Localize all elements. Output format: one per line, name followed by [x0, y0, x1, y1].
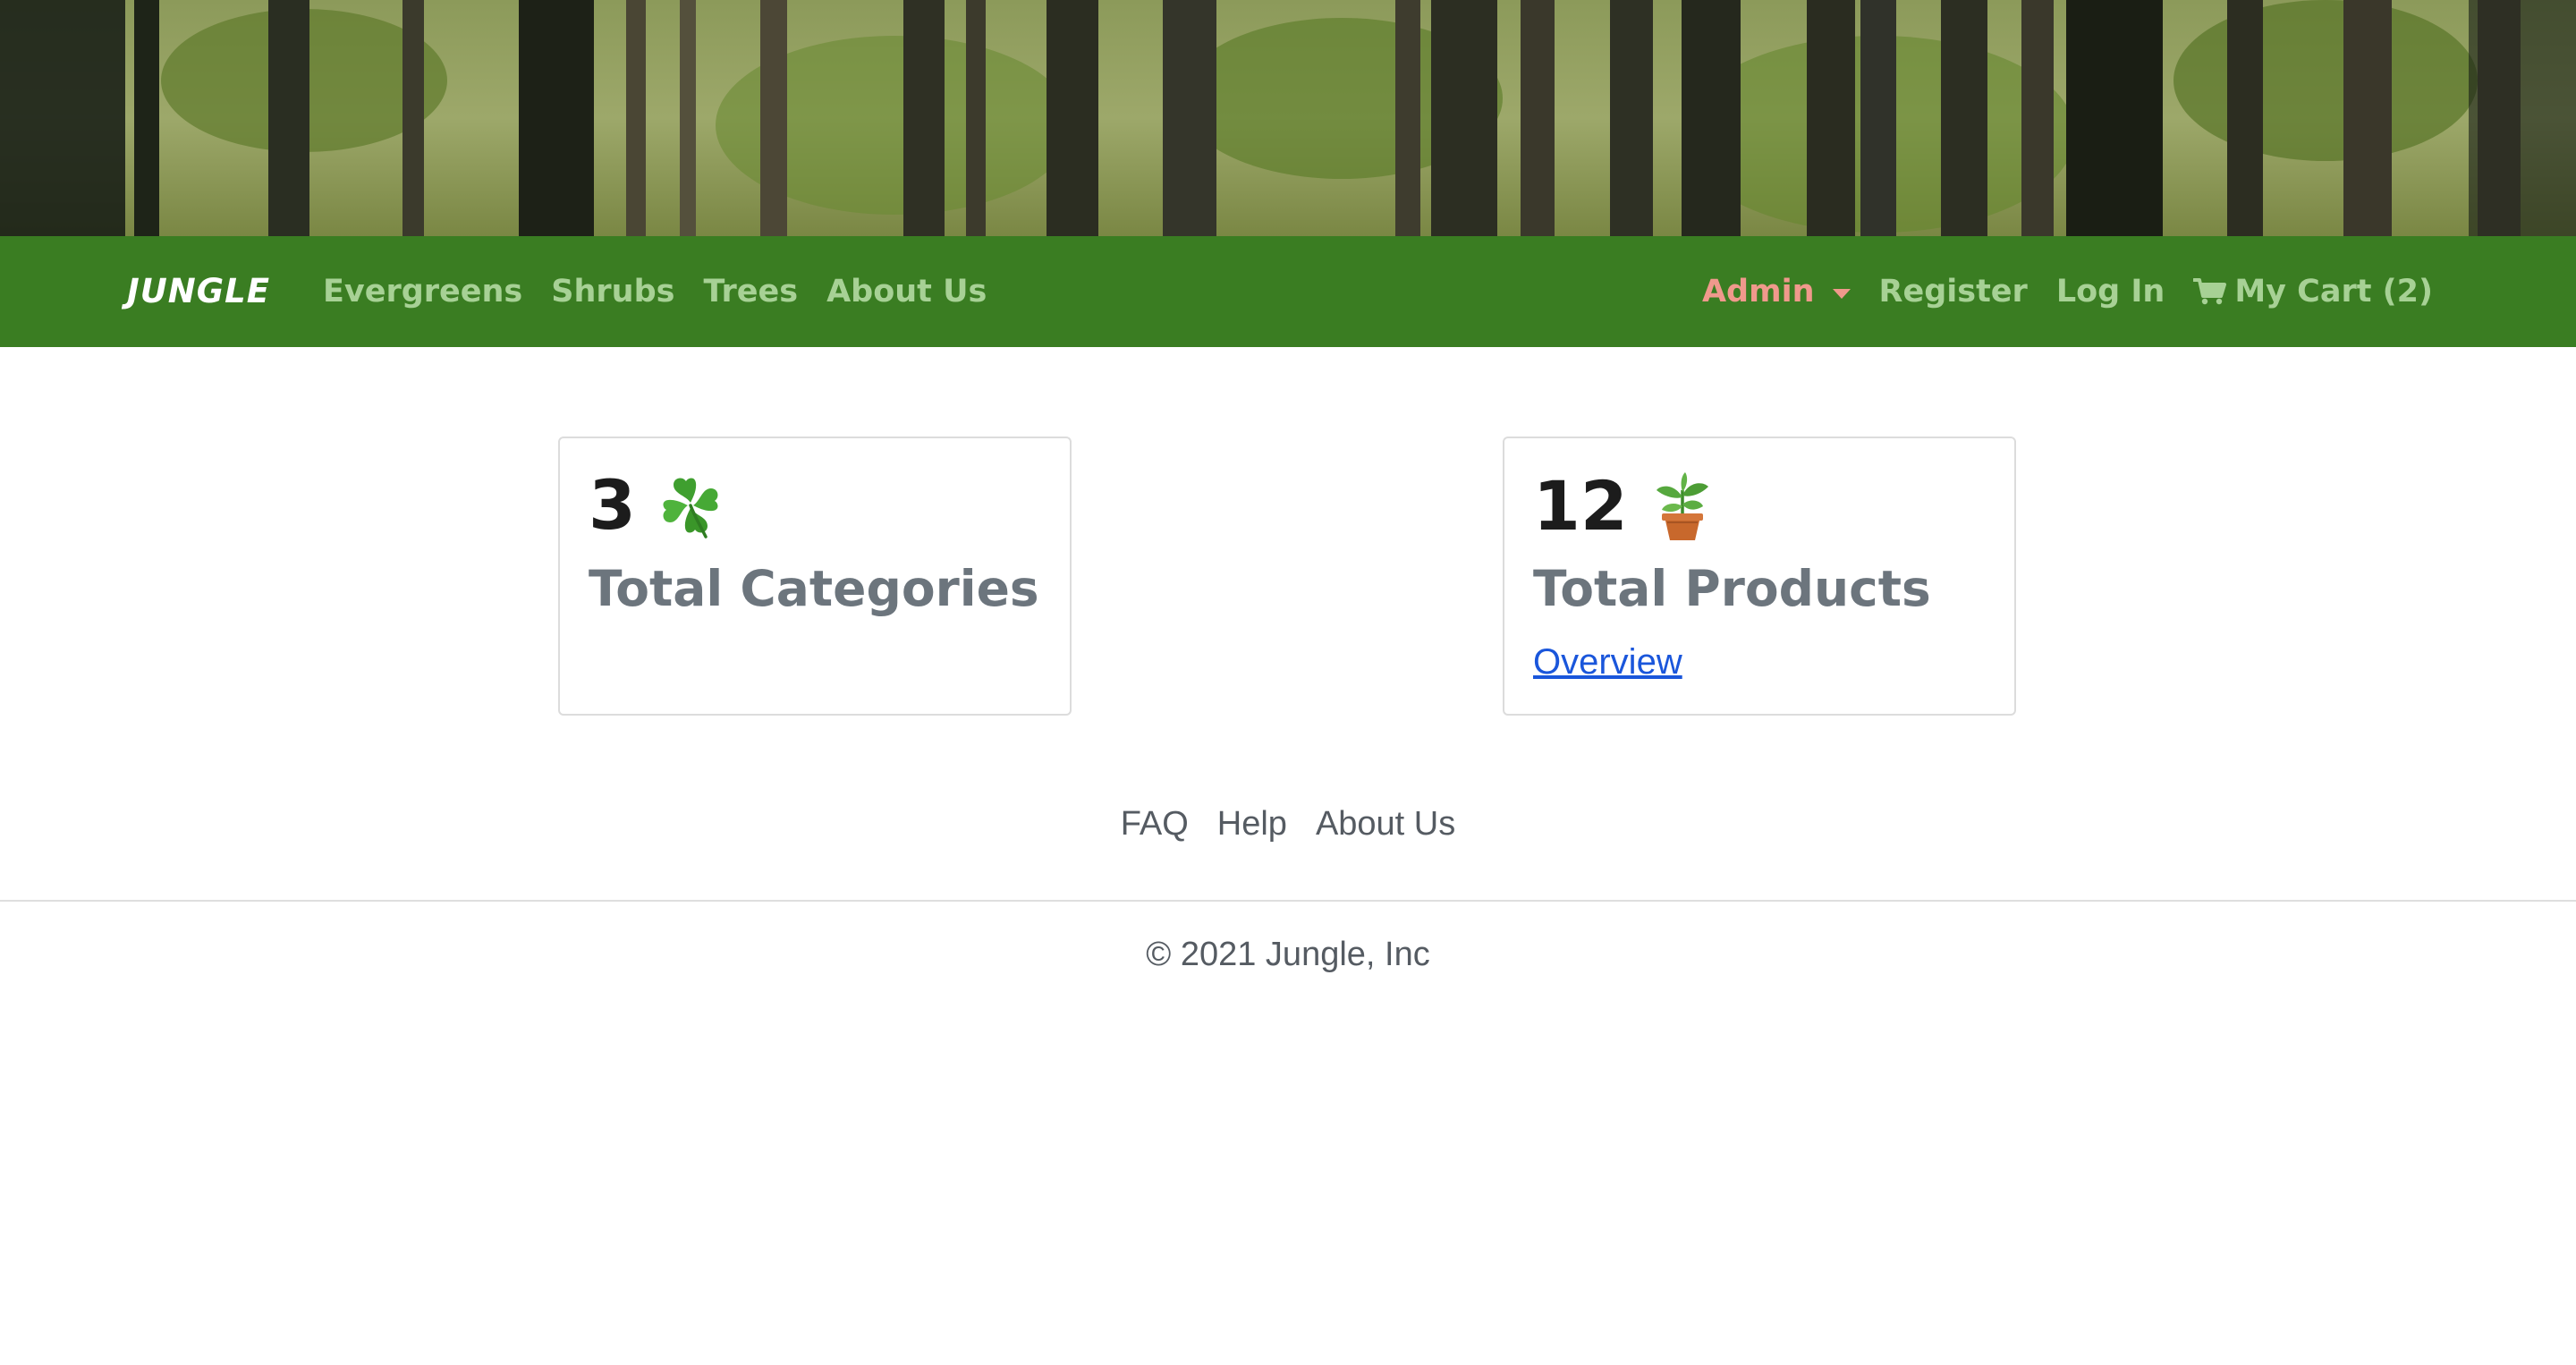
admin-label: Admin — [1701, 274, 1815, 309]
main-navbar: JUNGLE Evergreens Shrubs Trees About Us … — [0, 236, 2576, 347]
brand-logo-link[interactable]: JUNGLE — [127, 236, 270, 347]
nav-link-about-us[interactable]: About Us — [826, 274, 987, 309]
total-products-card: 12 Total Products Overview — [1503, 437, 2016, 716]
footer-links: FAQ Help About Us — [0, 805, 2576, 844]
footer-link-about-us[interactable]: About Us — [1316, 805, 1455, 844]
total-categories-label: Total Categories — [589, 560, 1039, 617]
total-categories-card: 3 Total Categories — [558, 437, 1072, 716]
categories-count: 3 — [589, 465, 636, 545]
potted-plant-icon — [1648, 471, 1717, 542]
overview-link[interactable]: Overview — [1533, 642, 1682, 682]
products-count: 12 — [1533, 466, 1628, 546]
forest-banner-image — [0, 0, 2576, 236]
account-nav: Admin Register Log In My Cart (2) — [1702, 236, 2433, 347]
my-cart-link[interactable]: My Cart (2) — [2193, 274, 2433, 309]
footer-divider — [0, 900, 2576, 902]
nav-link-evergreens[interactable]: Evergreens — [323, 274, 522, 309]
footer-link-help[interactable]: Help — [1217, 805, 1287, 844]
footer-link-faq[interactable]: FAQ — [1121, 805, 1189, 844]
copyright-text: © 2021 Jungle, Inc — [1146, 936, 1430, 973]
my-cart-label: My Cart (2) — [2234, 274, 2433, 309]
register-link[interactable]: Register — [1879, 274, 2028, 309]
login-link[interactable]: Log In — [2056, 274, 2165, 309]
nav-link-trees[interactable]: Trees — [703, 274, 798, 309]
total-products-label: Total Products — [1533, 560, 1931, 617]
caret-down-icon — [1832, 288, 1851, 299]
primary-nav: Evergreens Shrubs Trees About Us — [323, 236, 1015, 347]
four-leaf-clover-icon — [656, 471, 725, 540]
shopping-cart-icon — [2193, 277, 2227, 306]
nav-link-shrubs[interactable]: Shrubs — [551, 274, 674, 309]
admin-dropdown-toggle[interactable]: Admin — [1702, 274, 1851, 309]
